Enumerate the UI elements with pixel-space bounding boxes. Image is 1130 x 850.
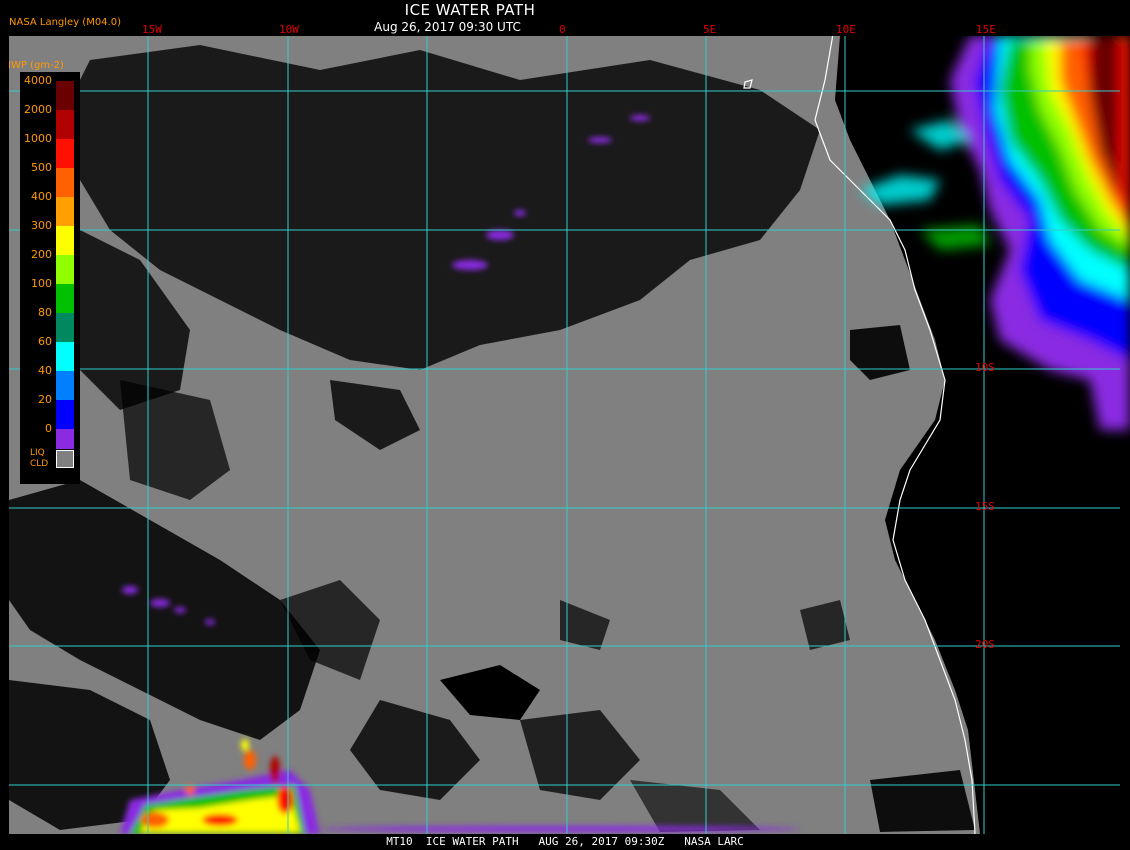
legend-tick-label: 20 — [38, 393, 52, 406]
legend-tick-label: 200 — [31, 248, 52, 261]
map-timestamp: Aug 26, 2017 09:30 UTC — [374, 20, 521, 34]
legend-tick-label: 300 — [31, 219, 52, 232]
legend-tick-label: 60 — [38, 335, 52, 348]
latitude-label: 10S — [975, 361, 995, 374]
legend-swatch — [56, 255, 74, 284]
satellite-map — [9, 0, 1130, 835]
legend-swatch — [56, 139, 74, 168]
legend-tick-label: 4000 — [24, 74, 52, 87]
longitude-label: 15W — [142, 23, 162, 36]
legend-swatch — [56, 429, 74, 449]
map-title: ICE WATER PATH — [404, 1, 536, 19]
legend-swatch — [56, 400, 74, 429]
legend-tick-label: 400 — [31, 190, 52, 203]
liquid-cloud-label: LIQ CLD — [30, 448, 49, 469]
longitude-label: 5E — [703, 23, 717, 36]
longitude-label: 0 — [559, 23, 566, 36]
legend-tick-label: 1000 — [24, 132, 52, 145]
legend-title: IWP (gm-2) — [8, 60, 64, 71]
legend-swatch — [56, 197, 74, 226]
legend-tick-label: 500 — [31, 161, 52, 174]
legend-swatch — [56, 81, 74, 110]
color-legend: IWP (gm-2) 4000 2000 1000 500 400 300 200 100 80… — [8, 60, 80, 484]
legend-tick-label: 2000 — [24, 103, 52, 116]
latitude-label: 20S — [975, 638, 995, 651]
legend-swatch — [56, 284, 74, 313]
footer-caption: MT10 ICE WATER PATH AUG 26, 2017 09:30Z … — [386, 835, 744, 848]
longitude-label: 10W — [279, 23, 299, 36]
legend-swatch — [56, 313, 74, 342]
liquid-cloud-swatch — [56, 450, 74, 468]
legend-swatch — [56, 226, 74, 255]
legend-tick-label: 0 — [45, 422, 52, 435]
legend-swatch — [56, 168, 74, 197]
legend-swatch — [56, 110, 74, 139]
legend-swatch — [56, 342, 74, 371]
legend-tick-label: 80 — [38, 306, 52, 319]
footer-bar: MT10 ICE WATER PATH AUG 26, 2017 09:30Z … — [0, 834, 1130, 850]
longitude-label: 15E — [976, 23, 996, 36]
legend-tick-label: 40 — [38, 364, 52, 377]
legend-tick-label: 100 — [31, 277, 52, 290]
longitude-label: 10E — [836, 23, 856, 36]
legend-swatch — [56, 371, 74, 400]
latitude-label: 15S — [975, 500, 995, 513]
